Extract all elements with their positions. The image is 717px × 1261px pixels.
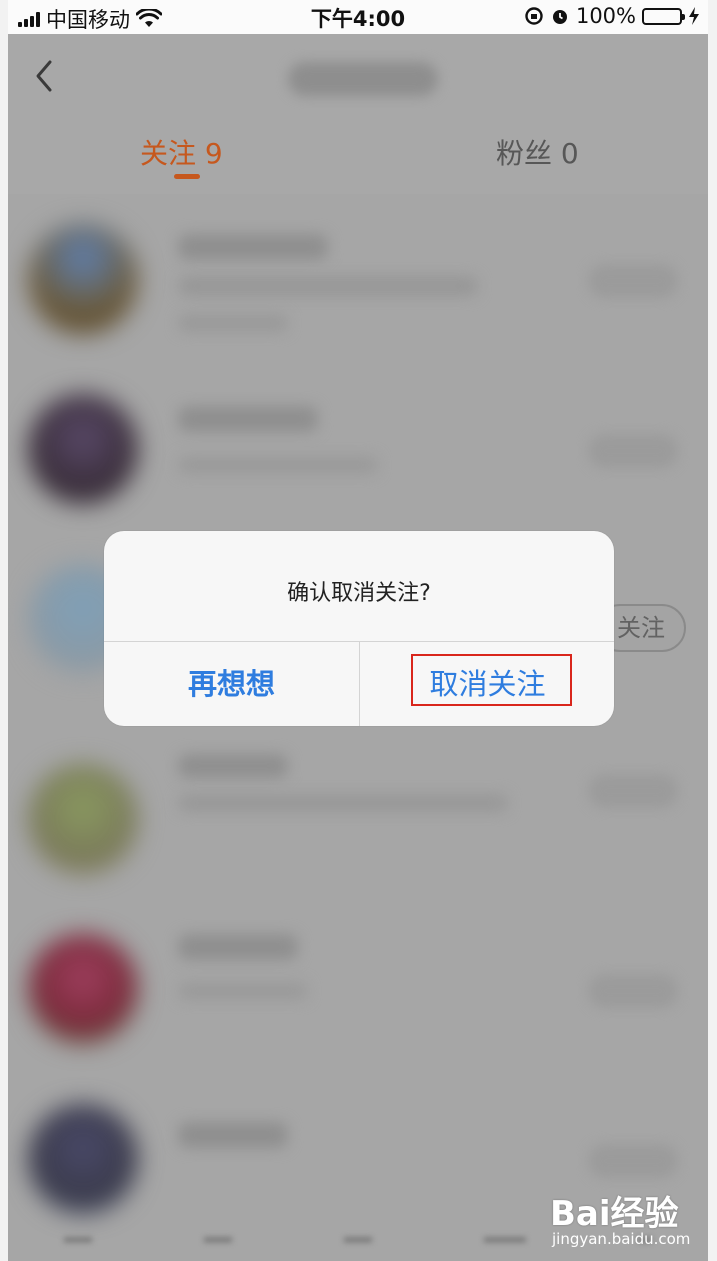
list-item[interactable]: [8, 904, 708, 1074]
tab-following[interactable]: 关注 9: [140, 132, 223, 172]
following-list: [8, 194, 708, 1261]
battery-percent: 100%: [575, 4, 636, 28]
follow-button-blurred[interactable]: [588, 774, 678, 808]
avatar: [28, 934, 138, 1044]
app-header: 关注 9 粉丝 0: [8, 34, 708, 194]
avatar: [28, 394, 138, 504]
follow-button-blurred[interactable]: [588, 1144, 678, 1178]
nav-item[interactable]: ▂▂: [204, 1222, 232, 1261]
signal-icon: [18, 11, 40, 27]
nav-item[interactable]: ▂▂: [64, 1222, 92, 1261]
alarm-icon: [552, 10, 567, 24]
status-left: 中国移动: [18, 4, 162, 34]
unfollow-confirm-dialog: 确认取消关注? 再想想 取消关注: [104, 531, 614, 726]
tab-fans[interactable]: 粉丝 0: [496, 132, 579, 172]
follow-button-blurred[interactable]: [588, 434, 678, 468]
follow-button-blurred[interactable]: [588, 974, 678, 1008]
avatar: [28, 1104, 138, 1214]
unfollow-confirm-button[interactable]: 取消关注: [360, 642, 614, 726]
wifi-icon: [136, 9, 162, 27]
reconsider-button[interactable]: 再想想: [104, 642, 359, 726]
charging-icon: [689, 7, 699, 25]
active-tab-indicator: [174, 174, 200, 179]
battery-icon: [642, 7, 685, 25]
nav-item[interactable]: ▂▂: [344, 1222, 372, 1261]
nav-item[interactable]: ▂▂▂: [484, 1222, 526, 1261]
avatar: [28, 764, 138, 874]
follow-button-blurred[interactable]: [588, 264, 678, 298]
watermark-logo: Bai经验: [550, 1194, 679, 1234]
baidu-jingyan-watermark: Bai经验 jingyan.baidu.com: [546, 1186, 706, 1254]
rotation-lock-icon: [525, 7, 543, 25]
list-item[interactable]: [8, 364, 708, 534]
status-right: 100%: [524, 4, 700, 28]
status-bar: 中国移动 下午4:00 100%: [8, 0, 708, 34]
list-item[interactable]: [8, 734, 708, 904]
page-title-blurred: [288, 62, 438, 96]
carrier-name: 中国移动: [46, 8, 130, 32]
avatar: [28, 224, 138, 334]
list-item[interactable]: [8, 194, 708, 364]
watermark-url: jingyan.baidu.com: [552, 1230, 691, 1248]
chevron-left-icon[interactable]: [30, 56, 60, 96]
dialog-message: 确认取消关注?: [287, 581, 431, 606]
